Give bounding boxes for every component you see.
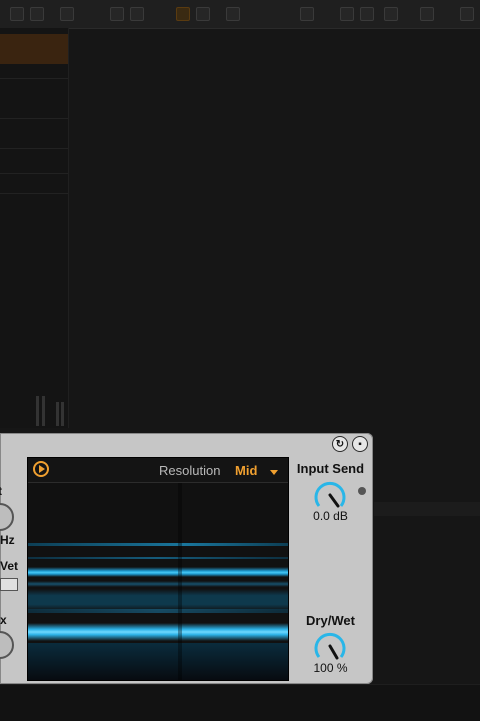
- toolbar-button[interactable]: [176, 7, 190, 21]
- play-icon[interactable]: [33, 461, 49, 477]
- spectro-band: [28, 567, 288, 577]
- status-bar: [0, 684, 480, 721]
- dry-wet-label: Dry/Wet: [306, 613, 355, 628]
- list-divider: [0, 173, 68, 174]
- dry-wet-knob[interactable]: [312, 628, 348, 664]
- input-send-label: Input Send: [296, 461, 365, 476]
- spectral-display[interactable]: Resolution Mid: [27, 457, 289, 681]
- toolbar-button[interactable]: [226, 7, 240, 21]
- meter-bar: [61, 402, 64, 426]
- left-knob[interactable]: [0, 503, 14, 531]
- toolbar-button[interactable]: [196, 7, 210, 21]
- status-led: [358, 487, 366, 495]
- toolbar-button[interactable]: [360, 7, 374, 21]
- toolbar-button[interactable]: [460, 7, 474, 21]
- toolbar-button[interactable]: [10, 7, 24, 21]
- selected-track-highlight: [0, 34, 68, 64]
- resolution-label: Resolution: [159, 463, 221, 478]
- spectro-band: [28, 589, 288, 611]
- chevron-down-icon[interactable]: [270, 470, 278, 475]
- left-knob[interactable]: [0, 631, 14, 659]
- spectro-divider: [178, 483, 182, 680]
- spectro-band: [28, 581, 288, 587]
- spectro-band: [28, 543, 288, 546]
- spectro-band: [28, 623, 288, 641]
- input-send-knob[interactable]: [312, 477, 348, 513]
- save-preset-icon[interactable]: ▪: [352, 436, 368, 452]
- track-strip: [374, 502, 480, 516]
- level-meter: [0, 392, 68, 426]
- spectrogram: [28, 483, 288, 680]
- left-param-label: Vet: [0, 559, 19, 573]
- input-send-value[interactable]: 0.0 dB: [288, 509, 373, 523]
- toolbar-button[interactable]: [384, 7, 398, 21]
- toolbar-button[interactable]: [300, 7, 314, 21]
- meter-bar: [42, 396, 45, 426]
- toolbar-button[interactable]: [110, 7, 124, 21]
- left-panel: [0, 28, 69, 428]
- display-header: Resolution Mid: [28, 458, 288, 483]
- toolbar: [0, 0, 480, 29]
- spectral-device: ↻ ▪ t Hz Vet x Resolution Mid Input Send: [0, 433, 373, 684]
- toolbar-button[interactable]: [340, 7, 354, 21]
- toolbar-button[interactable]: [30, 7, 44, 21]
- meter-bar: [36, 396, 39, 426]
- dry-wet-value[interactable]: 100 %: [288, 661, 373, 675]
- list-divider: [0, 193, 68, 194]
- left-param-value: Hz: [0, 533, 15, 547]
- resolution-dropdown[interactable]: Mid: [235, 463, 257, 478]
- meter-bar: [56, 402, 59, 426]
- toolbar-button[interactable]: [60, 7, 74, 21]
- hot-swap-icon[interactable]: ↻: [332, 436, 348, 452]
- toolbar-button[interactable]: [420, 7, 434, 21]
- list-divider: [0, 148, 68, 149]
- toolbar-button[interactable]: [130, 7, 144, 21]
- right-controls: Input Send 0.0 dB Dry/Wet 100 %: [288, 457, 373, 679]
- list-divider: [0, 78, 68, 79]
- list-divider: [0, 118, 68, 119]
- left-param-label: t: [0, 485, 2, 497]
- spectro-band: [28, 609, 288, 613]
- left-param-label: x: [0, 613, 7, 627]
- spectro-band: [28, 557, 288, 559]
- spectro-band: [28, 643, 288, 680]
- left-value-box[interactable]: [0, 578, 18, 591]
